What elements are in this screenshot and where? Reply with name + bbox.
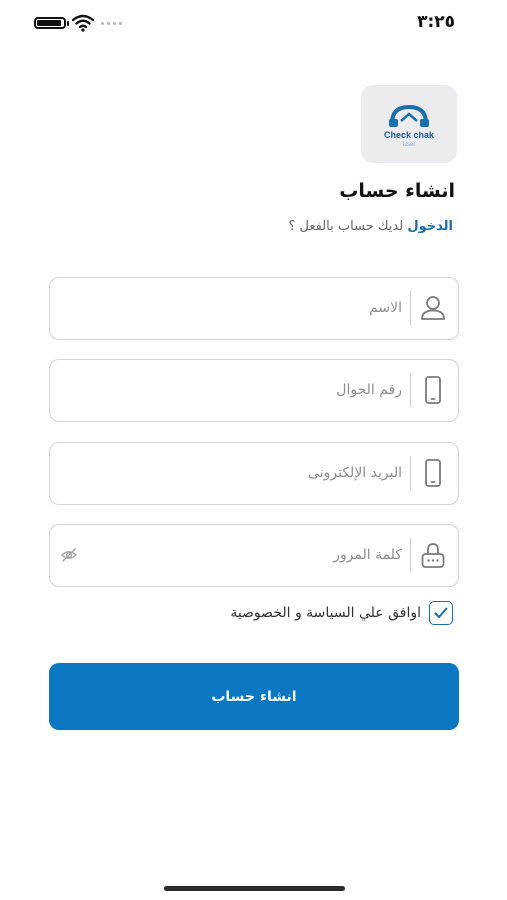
phone-input[interactable] — [102, 372, 402, 408]
create-account-button[interactable]: انشاء حساب — [49, 663, 459, 730]
field-divider — [409, 373, 411, 407]
page-title: انشاء حساب — [339, 180, 455, 202]
name-input[interactable] — [102, 290, 402, 326]
terms-checkbox[interactable] — [429, 601, 453, 625]
logo-tagline: User — [403, 142, 416, 148]
login-link[interactable]: الدخول — [407, 219, 453, 234]
status-time: ٣:٢٥ — [417, 12, 455, 32]
wifi-icon — [72, 14, 94, 32]
name-field[interactable] — [49, 277, 459, 340]
login-prompt: الدخول لديك حساب بالفعل ؟ — [288, 219, 453, 234]
login-prompt-text: لديك حساب بالفعل ؟ — [288, 219, 404, 234]
phone-icon — [425, 376, 441, 404]
phone-logo-icon: Check chak User — [384, 104, 435, 148]
terms-label: اوافق علي السياسة و الخصوصية — [230, 605, 421, 621]
cellular-signal-icon — [101, 22, 125, 26]
checkmark-icon — [434, 607, 448, 618]
password-field[interactable] — [49, 524, 459, 587]
battery-icon — [34, 17, 69, 29]
user-icon — [421, 296, 445, 320]
field-divider — [409, 291, 411, 325]
lock-icon — [421, 543, 445, 568]
phone-icon — [425, 459, 441, 487]
password-input[interactable] — [102, 537, 402, 573]
app-logo: Check chak User — [361, 85, 457, 163]
field-divider — [409, 456, 411, 490]
terms-row: اوافق علي السياسة و الخصوصية — [230, 601, 453, 625]
eye-off-icon[interactable] — [60, 546, 78, 564]
phone-field[interactable] — [49, 359, 459, 422]
field-divider — [409, 538, 411, 572]
home-indicator — [164, 886, 345, 891]
logo-brand: Check chak — [384, 130, 435, 140]
email-field[interactable] — [49, 442, 459, 505]
status-bar: ٣:٢٥ — [0, 0, 507, 44]
email-input[interactable] — [102, 455, 402, 491]
